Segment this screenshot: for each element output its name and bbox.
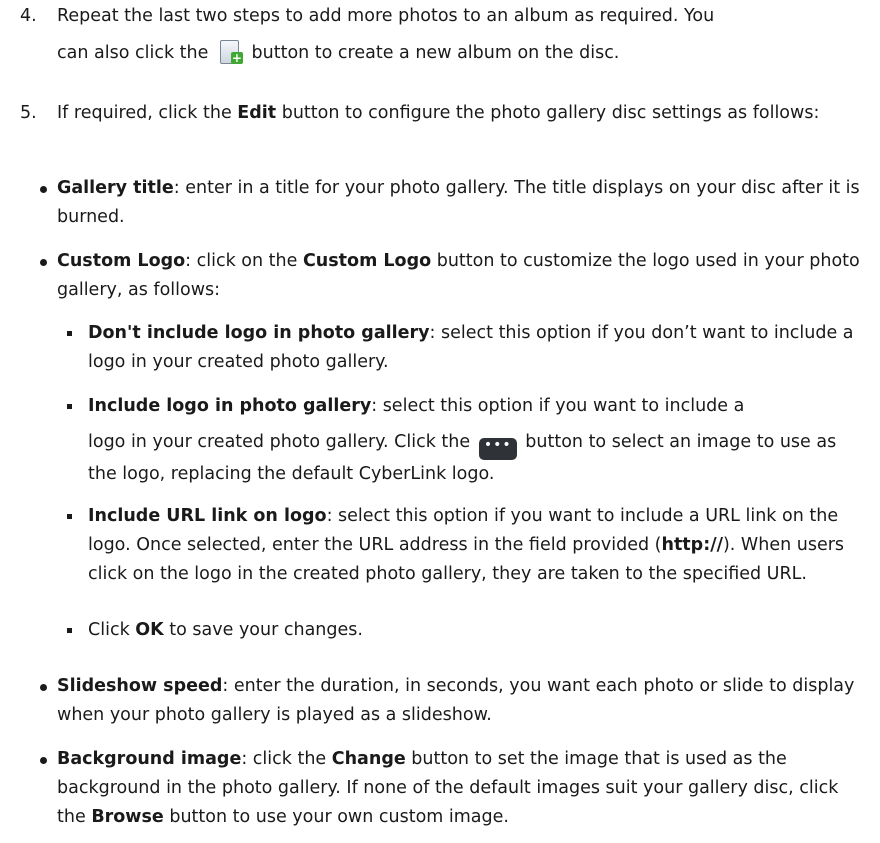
sub-term: Don't include logo in photo gallery <box>88 323 430 343</box>
sub-text: Include logo in photo gallery: select th… <box>88 392 858 489</box>
more-dots-icon: ••• <box>478 438 517 460</box>
step-4-line-2-post: button to create a new album on the disc… <box>251 43 620 63</box>
bullet-text: Gallery title: enter in a title for your… <box>57 174 862 232</box>
sub-desc-post: to save your changes. <box>169 620 363 640</box>
change-label: Change <box>331 749 406 769</box>
step-text: Repeat the last two steps to add more ph… <box>57 2 862 68</box>
step-number: 5. <box>20 103 37 123</box>
bullet-dot <box>40 259 47 266</box>
sub-bullet <box>67 514 72 519</box>
edit-label: Edit <box>237 103 277 123</box>
sub-term: Include logo in photo gallery <box>88 396 372 416</box>
new-album-icon: + <box>217 38 243 64</box>
bullet-text: Background image: click the Change butto… <box>57 745 862 832</box>
sub-desc-pre: logo in your created photo gallery. Clic… <box>88 432 471 452</box>
step-text: If required, click the Edit button to co… <box>57 99 862 128</box>
step-5-post: button to configure the photo gallery di… <box>281 103 820 123</box>
url-example: http:// <box>661 535 723 555</box>
bullet-dot <box>40 757 47 764</box>
sub-desc-pre: Click <box>88 620 130 640</box>
bullet-desc: : enter in a title for your photo galler… <box>57 178 860 227</box>
bullet-text: Slideshow speed: enter the duration, in … <box>57 672 862 730</box>
bullet-dot <box>40 186 47 193</box>
bullet-term: Custom Logo <box>57 251 186 271</box>
ok-label: OK <box>135 620 164 640</box>
sub-bullet <box>67 628 72 633</box>
bullet-dot <box>40 684 47 691</box>
step-4-line-2-pre: can also click the <box>57 43 209 63</box>
browse-label: Browse <box>91 807 164 827</box>
bullet-desc-pre: : click the <box>241 749 327 769</box>
document-page: 4. Repeat the last two steps to add more… <box>0 0 880 843</box>
sub-desc-line-1: : select this option if you want to incl… <box>371 396 745 416</box>
step-4-line-1: Repeat the last two steps to add more ph… <box>57 6 715 26</box>
sub-text: Don't include logo in photo gallery: sel… <box>88 319 858 377</box>
bullet-term: Gallery title <box>57 178 174 198</box>
sub-bullet <box>67 331 72 336</box>
sub-text: Include URL link on logo: select this op… <box>88 502 858 589</box>
bullet-term: Slideshow speed <box>57 676 223 696</box>
custom-logo-label: Custom Logo <box>302 251 432 271</box>
bullet-desc-pre: : click on the <box>185 251 298 271</box>
bullet-text: Custom Logo: click on the Custom Logo bu… <box>57 247 862 305</box>
step-5-pre: If required, click the <box>57 103 232 123</box>
step-number: 4. <box>20 6 37 26</box>
bullet-term: Background image <box>57 749 242 769</box>
sub-bullet <box>67 404 72 409</box>
sub-text: Click OK to save your changes. <box>88 616 858 645</box>
sub-term: Include URL link on logo <box>88 506 327 526</box>
bullet-desc-post: button to use your own custom image. <box>169 807 509 827</box>
